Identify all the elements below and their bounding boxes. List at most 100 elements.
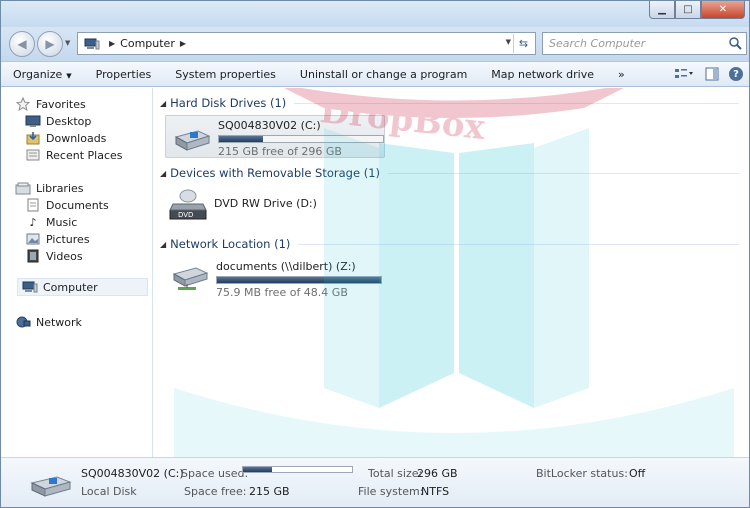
drive-item-d[interactable]: DVD DVD RW Drive (D:) xyxy=(168,186,368,226)
collapse-triangle-icon: ◢ xyxy=(160,239,167,249)
sidebar-item-label: Desktop xyxy=(46,114,92,128)
search-box[interactable] xyxy=(542,32,747,55)
sidebar-item-videos[interactable]: Videos xyxy=(25,249,83,263)
properties-button[interactable]: Properties xyxy=(84,68,164,81)
sidebar-item-label: Libraries xyxy=(36,181,84,195)
organize-button[interactable]: Organize ▼ xyxy=(1,68,84,81)
desktop-icon xyxy=(25,114,41,128)
help-icon[interactable]: ? xyxy=(729,67,743,81)
group-header-label: Devices with Removable Storage (1) xyxy=(170,166,380,180)
computer-icon xyxy=(84,38,100,50)
search-input[interactable] xyxy=(549,37,719,50)
space-used-fill xyxy=(243,467,273,472)
title-bar: ▁ □ ✕ xyxy=(1,1,749,27)
network-drive-icon xyxy=(172,267,209,290)
space-free-label: Space free: xyxy=(184,485,247,498)
drive-item-z[interactable]: documents (\\dilbert) (Z:) 75.9 MB free … xyxy=(170,258,400,302)
caption-buttons: ▁ □ ✕ xyxy=(649,1,745,19)
bitlocker-status-value: Off xyxy=(629,467,646,480)
sidebar-item-libraries[interactable]: Libraries xyxy=(15,181,84,195)
group-header-network-location[interactable]: ◢ Network Location (1) xyxy=(160,237,740,251)
breadcrumb-separator-icon[interactable]: ▶ xyxy=(180,39,186,48)
preview-pane-icon xyxy=(705,67,719,81)
refresh-icon: ⇆ xyxy=(518,37,529,50)
bitlocker-status-label: BitLocker status: xyxy=(536,467,628,480)
hard-drive-icon xyxy=(30,476,72,497)
change-view-button[interactable] xyxy=(673,65,695,83)
preview-pane-button[interactable] xyxy=(701,65,723,83)
documents-icon xyxy=(25,198,41,212)
hard-drive-icon xyxy=(174,130,211,151)
collapse-triangle-icon: ◢ xyxy=(160,168,167,178)
sidebar-item-documents[interactable]: Documents xyxy=(25,198,109,212)
drive-info: documents (\\dilbert) (Z:) 75.9 MB free … xyxy=(216,260,382,299)
group-header-removable-storage[interactable]: ◢ Devices with Removable Storage (1) xyxy=(160,166,739,180)
total-size-value: 296 GB xyxy=(417,467,458,480)
sidebar-item-music[interactable]: ♪ Music xyxy=(25,215,77,229)
group-divider xyxy=(294,102,740,104)
organize-label: Organize xyxy=(13,67,63,81)
downloads-icon xyxy=(25,131,41,145)
more-commands-button[interactable]: » xyxy=(606,68,637,81)
close-icon: ✕ xyxy=(718,4,728,15)
refresh-button[interactable]: ⇆ xyxy=(513,34,533,53)
breadcrumb-computer[interactable]: Computer xyxy=(120,37,175,50)
sidebar-item-label: Pictures xyxy=(46,232,90,246)
group-header-hard-disk[interactable]: ◢ Hard Disk Drives (1) xyxy=(160,96,740,110)
content-pane: ◢ Hard Disk Drives (1) SQ004830V02 (C:) … xyxy=(154,88,749,457)
search-icon[interactable] xyxy=(728,36,742,50)
total-size-label: Total size: xyxy=(368,467,423,480)
close-button[interactable]: ✕ xyxy=(701,1,745,19)
space-used-label: Space used: xyxy=(181,467,249,480)
group-divider xyxy=(298,243,740,245)
maximize-icon: □ xyxy=(683,4,693,15)
drive-info: SQ004830V02 (C:) 215 GB free of 296 GB xyxy=(218,119,384,158)
drive-usage-fill xyxy=(219,136,264,142)
uninstall-program-button[interactable]: Uninstall or change a program xyxy=(288,68,479,81)
sidebar-item-label: Recent Places xyxy=(46,148,123,162)
breadcrumb-separator-icon[interactable]: ▶ xyxy=(109,39,115,48)
sidebar-item-label: Videos xyxy=(46,249,83,263)
navigation-bar: ◀ ▶ ▼ ▶ Computer ▶ ▼ ⇆ xyxy=(1,27,749,61)
sidebar-item-desktop[interactable]: Desktop xyxy=(25,114,91,128)
address-history-dropdown[interactable]: ▼ xyxy=(506,38,511,46)
minimize-button[interactable]: ▁ xyxy=(649,1,675,19)
file-system-label: File system: xyxy=(358,485,424,498)
pictures-icon xyxy=(25,232,41,246)
recent-pages-dropdown[interactable]: ▼ xyxy=(65,39,70,47)
back-button[interactable]: ◀ xyxy=(9,31,35,57)
sidebar-item-label: Music xyxy=(46,215,78,229)
sidebar-item-favorites[interactable]: Favorites xyxy=(15,97,86,111)
sidebar-item-pictures[interactable]: Pictures xyxy=(25,232,90,246)
dvd-drive-icon: DVD xyxy=(169,189,207,220)
drive-name: DVD RW Drive (D:) xyxy=(214,197,317,210)
libraries-icon xyxy=(15,181,31,195)
dvd-badge: DVD xyxy=(178,211,193,219)
drive-item-c[interactable]: SQ004830V02 (C:) 215 GB free of 296 GB xyxy=(165,115,385,158)
sidebar-item-label: Computer xyxy=(43,280,98,294)
sidebar-item-recent-places[interactable]: Recent Places xyxy=(25,148,123,162)
maximize-button[interactable]: □ xyxy=(675,1,701,19)
sidebar-item-network[interactable]: Network xyxy=(15,315,82,329)
sidebar-item-label: Documents xyxy=(46,198,109,212)
map-network-drive-button[interactable]: Map network drive xyxy=(479,68,606,81)
drive-usage-fill xyxy=(217,277,381,283)
details-pane: SQ004830V02 (C:) Local Disk Space used: … xyxy=(1,457,749,507)
view-options-icon xyxy=(675,69,693,78)
sidebar-item-downloads[interactable]: Downloads xyxy=(25,131,106,145)
details-drive-name: SQ004830V02 (C:) xyxy=(81,467,184,480)
sidebar-item-label: Downloads xyxy=(46,131,107,145)
drive-usage-bar xyxy=(218,135,384,143)
collapse-triangle-icon: ◢ xyxy=(160,98,167,108)
computer-icon xyxy=(22,280,38,294)
videos-icon xyxy=(25,249,41,263)
favorites-star-icon xyxy=(15,97,31,111)
file-system-value: NTFS xyxy=(421,485,450,498)
sidebar-item-computer[interactable]: Computer xyxy=(17,278,148,296)
music-icon: ♪ xyxy=(29,215,37,229)
address-bar[interactable]: ▶ Computer ▶ ▼ ⇆ xyxy=(77,32,536,55)
forward-button[interactable]: ▶ xyxy=(37,31,63,57)
system-properties-button[interactable]: System properties xyxy=(163,68,288,81)
drive-info: DVD RW Drive (D:) xyxy=(214,188,317,210)
drive-free-space: 75.9 MB free of 48.4 GB xyxy=(216,286,348,299)
